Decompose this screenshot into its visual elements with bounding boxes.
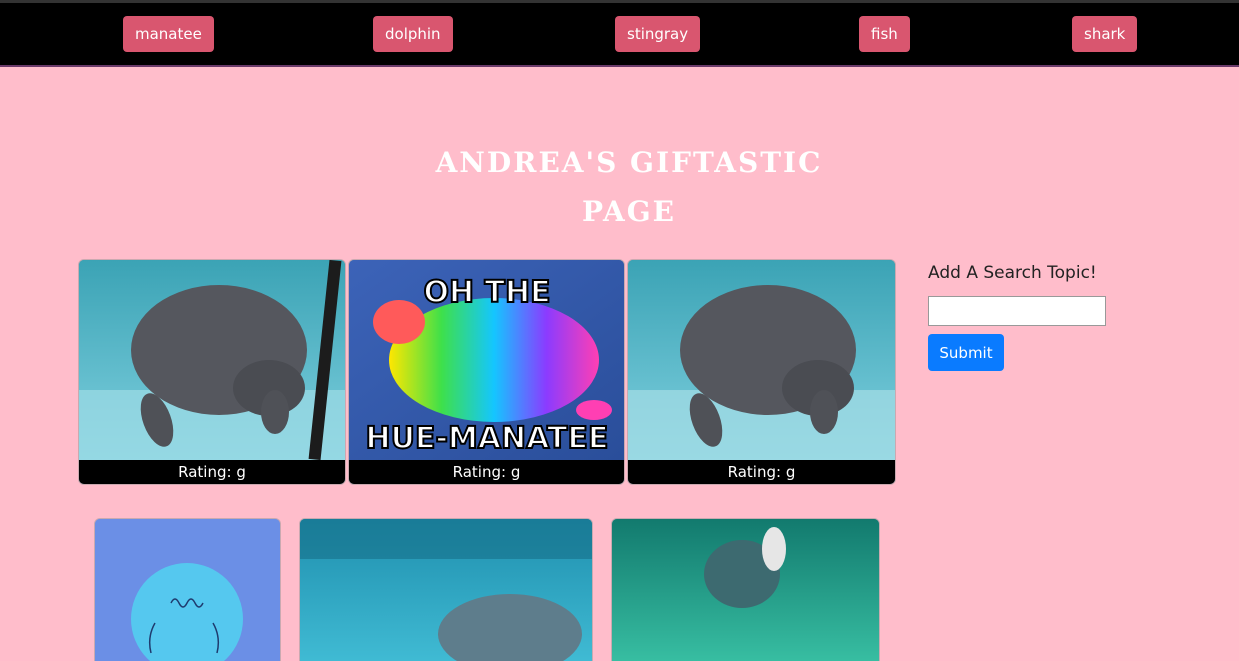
- gif-rating: Rating: g: [628, 460, 895, 484]
- hue-manatee-gif-image: OH THE HUE-MANATEE: [349, 260, 624, 460]
- gif-rating: Rating: g: [349, 460, 624, 484]
- topic-button-shark[interactable]: shark: [1072, 16, 1138, 52]
- gif-card[interactable]: [612, 519, 879, 661]
- topic-button-stingray[interactable]: stingray: [615, 16, 701, 52]
- submit-button[interactable]: Submit: [928, 334, 1004, 371]
- gif-card[interactable]: OH THE HUE-MANATEE Rating: g: [349, 260, 624, 484]
- topic-bar: manatee dolphin stingray fish shark: [0, 0, 1239, 67]
- topic-button-dolphin[interactable]: dolphin: [373, 16, 453, 52]
- search-topic-input[interactable]: [928, 296, 1106, 326]
- meme-caption-bottom: HUE-MANATEE: [366, 421, 609, 456]
- manatee-gif-image: [628, 260, 895, 460]
- meme-caption-top: OH THE: [423, 275, 550, 310]
- add-topic-label: Add A Search Topic!: [928, 263, 1097, 283]
- topic-button-fish[interactable]: fish: [859, 16, 910, 52]
- manatee-gif-image: [79, 260, 345, 460]
- gif-card[interactable]: [95, 519, 280, 661]
- topic-button-manatee[interactable]: manatee: [123, 16, 214, 52]
- gif-card[interactable]: Rating: g: [79, 260, 345, 484]
- gif-rating: Rating: g: [79, 460, 345, 484]
- page-title: Andrea's Giftastic Page: [429, 138, 829, 236]
- page-title-line2: Page: [582, 195, 676, 228]
- gif-card[interactable]: Rating: g: [628, 260, 895, 484]
- cartoon-manatee-gif-image: [95, 519, 280, 661]
- page-title-line1: Andrea's Giftastic: [435, 146, 823, 179]
- manatee-gif-image: [612, 519, 879, 661]
- manatee-gif-image: [300, 519, 592, 661]
- gif-card[interactable]: [300, 519, 592, 661]
